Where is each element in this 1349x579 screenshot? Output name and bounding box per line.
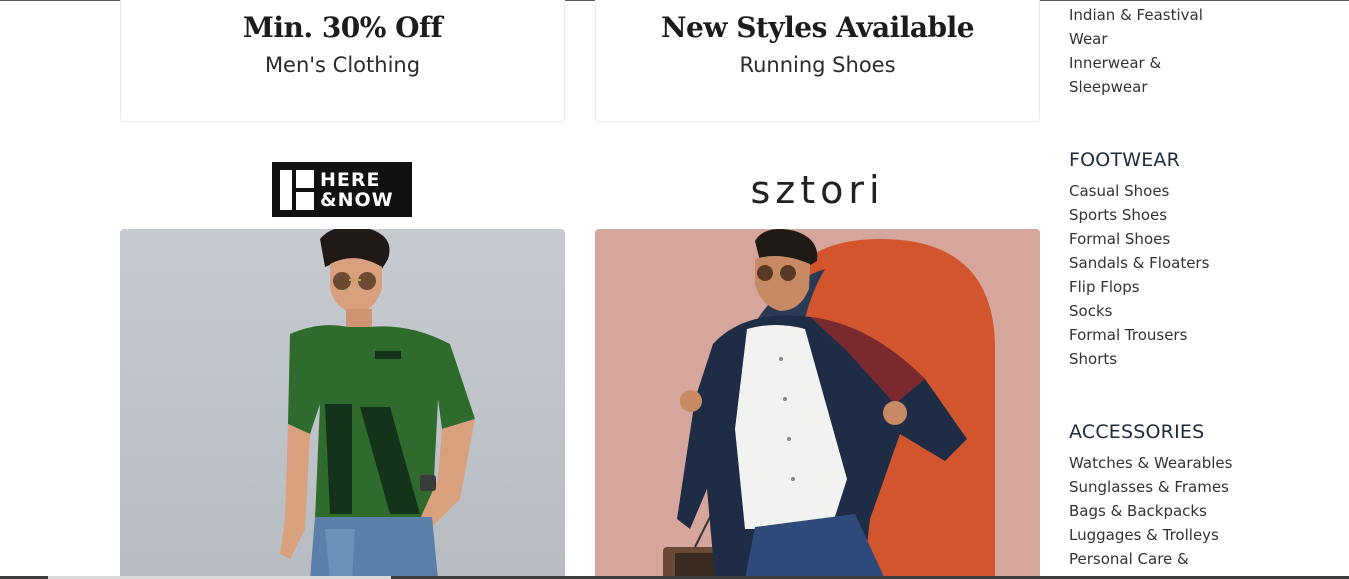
category-link[interactable]: Watches & Wearables	[1069, 454, 1232, 472]
category-link[interactable]: Sleepwear	[1069, 78, 1148, 96]
brand-logo-sztori[interactable]: sztori	[690, 168, 945, 218]
offer-subtitle: Running Shoes	[739, 53, 896, 77]
category-link[interactable]: Personal Care &	[1069, 550, 1189, 568]
product-image-bomber-jacket[interactable]	[595, 229, 1040, 579]
category-link[interactable]: Sports Shoes	[1069, 206, 1167, 224]
category-link[interactable]: Casual Shoes	[1069, 182, 1169, 200]
category-link[interactable]: Shorts	[1069, 350, 1117, 368]
category-link[interactable]: Formal Shoes	[1069, 230, 1170, 248]
category-link[interactable]: Formal Trousers	[1069, 326, 1187, 344]
offer-title: New Styles Available	[660, 11, 975, 44]
category-link[interactable]: Innerwear &	[1069, 54, 1161, 72]
brand-logo-text: HERE &NOW	[320, 168, 394, 211]
category-link[interactable]: Socks	[1069, 302, 1112, 320]
offer-title: Min. 30% Off	[242, 11, 443, 44]
category-link[interactable]: Sunglasses & Frames	[1069, 478, 1229, 496]
offer-card-mens-clothing[interactable]: Min. 30% Off Men's Clothing	[120, 0, 565, 122]
category-link[interactable]: Luggages & Trolleys	[1069, 526, 1219, 544]
category-link[interactable]: Bags & Backpacks	[1069, 502, 1207, 520]
offer-card-running-shoes[interactable]: New Styles Available Running Shoes	[595, 0, 1040, 122]
category-link[interactable]: Flip Flops	[1069, 278, 1140, 296]
product-image-green-tshirt[interactable]	[120, 229, 565, 579]
offer-subtitle: Men's Clothing	[264, 53, 421, 77]
category-link[interactable]: Indian & Feastival	[1069, 6, 1203, 24]
category-link[interactable]: Sandals & Floaters	[1069, 254, 1209, 272]
brand-logo-here-and-now[interactable]: HERE &NOW	[272, 162, 412, 217]
category-heading-accessories[interactable]: ACCESSORIES	[1069, 421, 1204, 443]
category-link[interactable]: Wear	[1069, 30, 1108, 48]
category-heading-footwear[interactable]: FOOTWEAR	[1069, 149, 1180, 171]
brand-logo-text: sztori	[750, 168, 885, 212]
brand-mark-icon	[280, 169, 314, 210]
